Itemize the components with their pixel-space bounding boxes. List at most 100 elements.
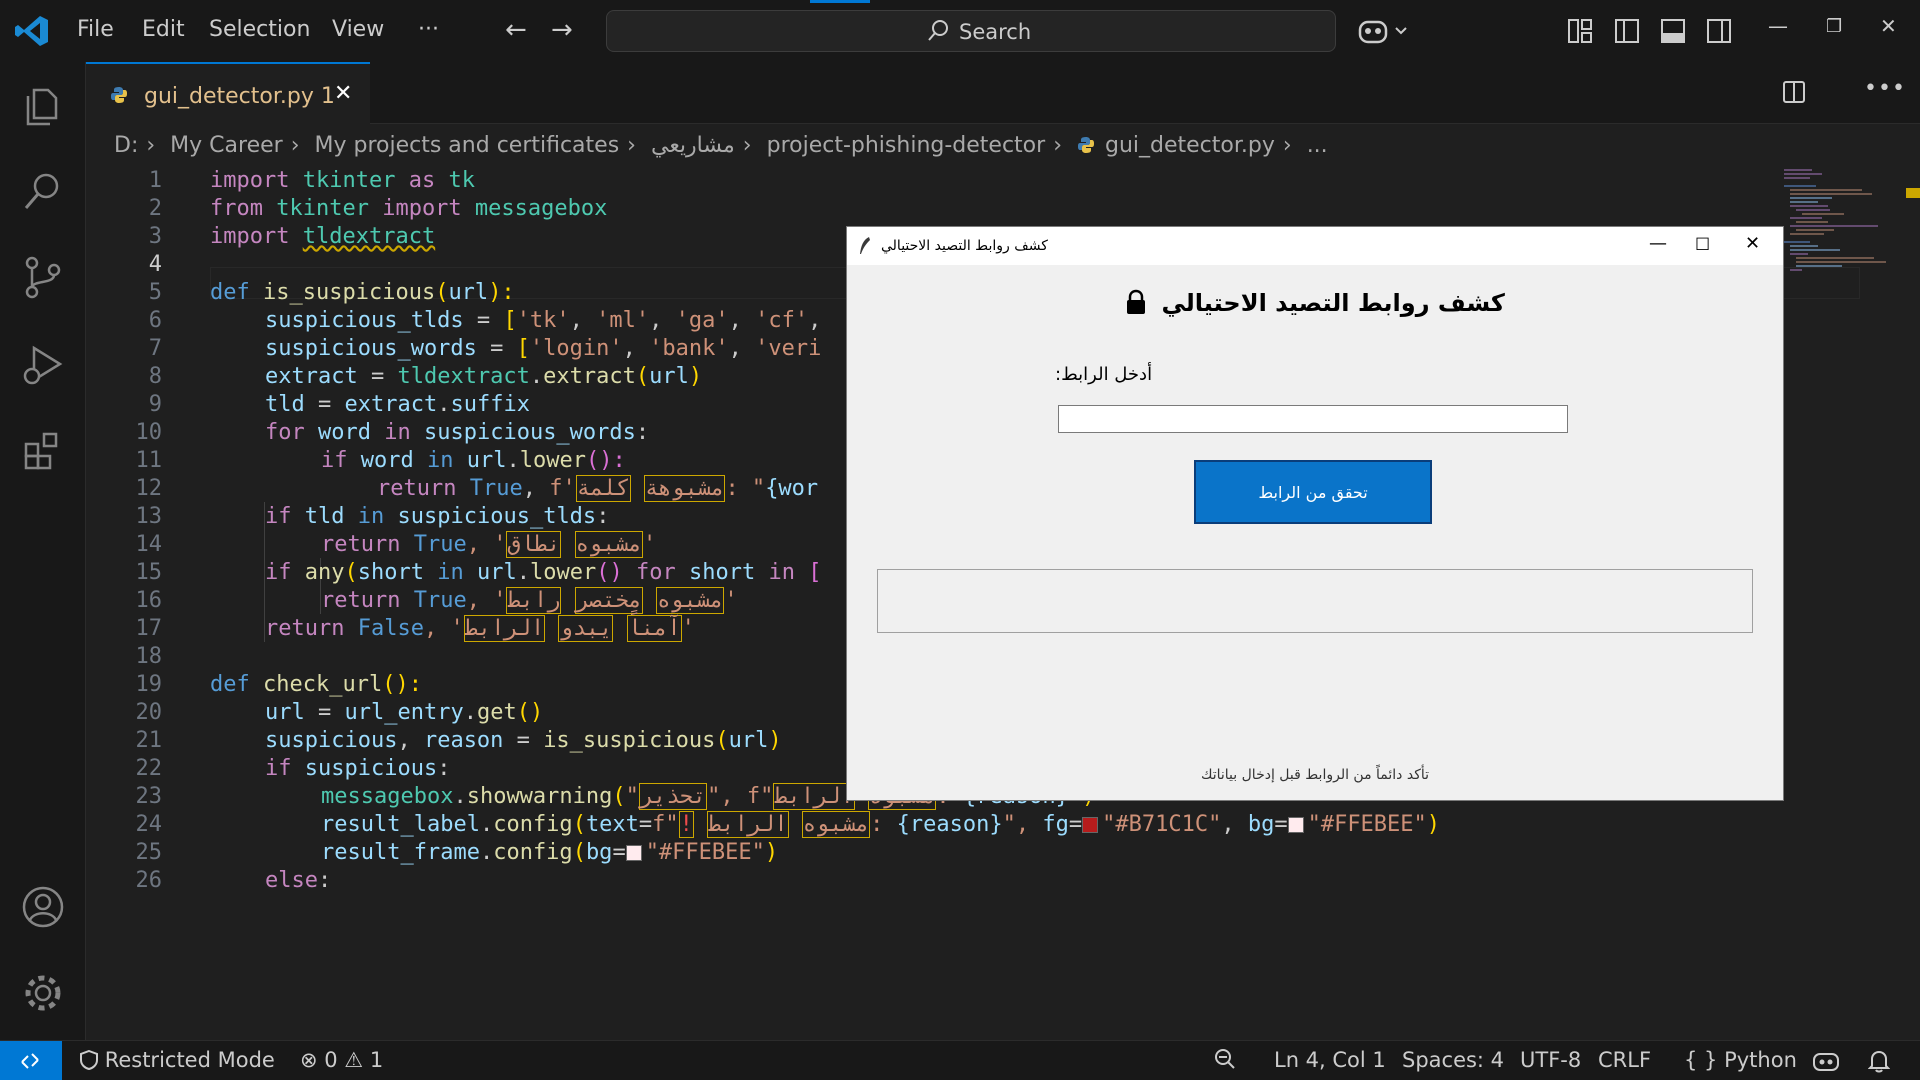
more-actions-icon[interactable]: ••• <box>1864 76 1906 101</box>
encoding-status[interactable]: UTF-8 <box>1520 1048 1581 1072</box>
source-control-icon[interactable] <box>20 254 66 300</box>
breadcrumb-folder[interactable]: مشاريعي <box>651 133 735 158</box>
toggle-primary-sidebar-icon[interactable] <box>1614 18 1640 44</box>
line-number: 12 <box>135 476 163 501</box>
manage-gear-icon[interactable] <box>20 970 66 1016</box>
breadcrumb-symbol[interactable]: ... <box>1307 133 1328 158</box>
color-swatch-bg[interactable] <box>625 845 642 861</box>
tk-window-title: كشف روابط التصيد الاحتيالي <box>881 238 1048 254</box>
notifications-bell-icon[interactable] <box>1868 1049 1890 1073</box>
accounts-icon[interactable] <box>20 884 66 930</box>
search-icon <box>928 20 948 41</box>
explorer-icon[interactable] <box>20 82 66 128</box>
line-number: 2 <box>148 196 162 221</box>
cursor-position-status[interactable]: Ln 4, Col 1 <box>1274 1048 1386 1072</box>
code-line-16: return True, ' مشبوه مختصر رابط ' <box>321 587 738 614</box>
code-line-19: def check_url(): <box>210 672 422 697</box>
remote-indicator[interactable] <box>0 1041 62 1080</box>
braces-icon: { } <box>1684 1048 1718 1072</box>
breadcrumb-folder[interactable]: project-phishing-detector <box>767 133 1046 158</box>
toggle-secondary-sidebar-icon[interactable] <box>1706 18 1732 44</box>
tk-maximize-icon[interactable]: ☐ <box>1695 235 1710 255</box>
breadcrumb-drive[interactable]: D: <box>114 133 138 158</box>
problems-status[interactable]: ⊗ 0 ⚠ 1 <box>300 1048 383 1072</box>
minimap[interactable] <box>1782 166 1892 286</box>
breadcrumb-folder[interactable]: My projects and certificates <box>315 133 620 158</box>
breadcrumb-folder[interactable]: My Career <box>170 133 283 158</box>
chevron-right-icon: › <box>1053 132 1062 158</box>
line-number: 19 <box>135 672 163 697</box>
scrollbar-warning-marker <box>1906 188 1920 198</box>
restore-icon[interactable]: ❐ <box>1826 16 1842 37</box>
code-line-26: else: <box>265 868 332 893</box>
line-number: 9 <box>148 392 162 417</box>
tab-label: gui_detector.py 1 <box>144 84 335 109</box>
back-arrow-icon[interactable]: ← <box>505 15 527 45</box>
menu-more[interactable]: ··· <box>418 17 439 42</box>
menu-edit[interactable]: Edit <box>142 17 185 42</box>
tk-footer-note: تأكد دائماً من الروابط قبل إدخال بياناتك <box>1200 767 1430 783</box>
line-number: 10 <box>135 420 163 445</box>
chevron-right-icon: › <box>742 132 752 158</box>
close-window-icon[interactable]: ✕ <box>1880 14 1897 38</box>
editor-tab-bar: gui_detector.py 1 ✕ <box>86 62 1920 124</box>
tab-close-icon[interactable]: ✕ <box>334 81 352 106</box>
color-swatch-bg[interactable] <box>1287 817 1304 833</box>
toggle-panel-icon[interactable] <box>1660 18 1686 44</box>
line-number: 8 <box>148 364 162 389</box>
indentation-status[interactable]: Spaces: 4 <box>1402 1048 1504 1072</box>
line-number: 18 <box>135 644 163 669</box>
line-number: 22 <box>135 756 163 781</box>
chevron-right-icon: › <box>1282 132 1292 158</box>
tk-title-bar: كشف روابط التصيد الاحتيالي — ☐ ✕ <box>847 227 1783 265</box>
title-bar: File Edit Selection View ··· ← → Search … <box>0 0 1920 62</box>
copilot-status-icon[interactable] <box>1812 1050 1840 1072</box>
code-line-12: return True, f' مشبوهة كلمة: "{wor <box>377 475 819 502</box>
breadcrumb-file[interactable]: gui_detector.py <box>1105 133 1275 158</box>
phishing-detector-window: كشف روابط التصيد الاحتيالي — ☐ ✕ كشف روا… <box>846 226 1784 801</box>
command-center-search[interactable]: Search <box>606 10 1336 52</box>
line-number: 6 <box>148 308 162 333</box>
shield-icon <box>80 1049 98 1071</box>
color-swatch-fg[interactable] <box>1082 817 1099 833</box>
minimize-icon[interactable]: — <box>1768 14 1788 38</box>
eol-status[interactable]: CRLF <box>1598 1048 1651 1072</box>
extensions-icon[interactable] <box>20 428 66 474</box>
search-label: Search <box>959 20 1032 44</box>
vscode-logo-icon <box>15 16 48 46</box>
tab-gui-detector[interactable]: gui_detector.py 1 ✕ <box>86 62 370 124</box>
code-line-11: if word in url.lower(): <box>321 448 626 473</box>
python-file-icon <box>1078 137 1094 153</box>
error-icon: ⊗ <box>300 1048 318 1072</box>
line-number: 7 <box>148 336 162 361</box>
tk-feather-icon <box>860 237 870 254</box>
code-line-3: import tldextract <box>210 224 436 249</box>
check-url-button[interactable]: تحقق من الرابط <box>1194 460 1432 524</box>
title-accent <box>810 0 870 3</box>
code-line-2: from tkinter import messagebox <box>210 196 608 221</box>
search-view-icon[interactable] <box>20 168 66 214</box>
line-number: 13 <box>135 504 163 529</box>
tk-minimize-icon[interactable]: — <box>1649 233 1667 254</box>
code-line-15: if any(short in url.lower() for short in… <box>265 560 822 585</box>
run-debug-icon[interactable] <box>20 342 66 388</box>
line-number: 26 <box>135 868 163 893</box>
url-entry-input[interactable] <box>1058 405 1568 433</box>
split-editor-icon[interactable] <box>1782 80 1806 104</box>
menu-file[interactable]: File <box>77 17 114 42</box>
menu-selection[interactable]: Selection <box>209 17 310 42</box>
line-number: 15 <box>135 560 163 585</box>
customize-layout-icon[interactable] <box>1567 18 1593 44</box>
language-status[interactable]: { } Python <box>1684 1048 1797 1072</box>
status-bar: Restricted Mode ⊗ 0 ⚠ 1 Ln 4, Col 1 Spac… <box>0 1040 1920 1080</box>
copilot-icon[interactable] <box>1358 16 1410 46</box>
code-line-1: import tkinter as tk <box>210 168 475 193</box>
line-number: 17 <box>135 616 163 641</box>
tk-close-icon[interactable]: ✕ <box>1745 233 1760 254</box>
forward-arrow-icon[interactable]: → <box>551 15 573 45</box>
code-line-10: for word in suspicious_words: <box>265 420 650 445</box>
line-number: 4 <box>148 252 162 277</box>
menu-view[interactable]: View <box>332 17 384 42</box>
restricted-mode-status[interactable]: Restricted Mode <box>80 1048 275 1072</box>
zoom-icon[interactable] <box>1214 1048 1236 1072</box>
